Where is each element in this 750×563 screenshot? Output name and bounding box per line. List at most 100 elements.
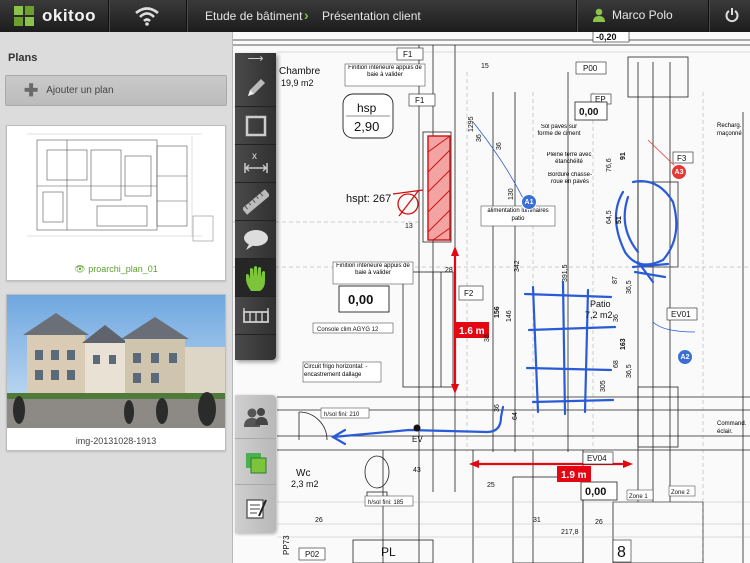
annotation-pin-a2[interactable]: A2 (677, 349, 693, 365)
users-icon (243, 407, 268, 427)
add-plan-button[interactable]: ✚ Ajouter un plan (5, 75, 227, 106)
note-recharge: Recharg. maçonné (717, 123, 742, 137)
user-menu[interactable]: Marco Polo (592, 8, 673, 22)
dim: 28 (445, 267, 453, 274)
dim: 1295 (468, 116, 475, 132)
brand-name: okitoo (42, 6, 96, 25)
hspt-label: hspt: 267 (346, 193, 391, 205)
note-sol-paves: Sol pavés sur forme de ciment (537, 124, 581, 137)
user-name: Marco Polo (612, 8, 673, 22)
dim: 146 (506, 310, 513, 322)
dim: 64 (512, 412, 519, 420)
tag-f1-top: F1 (403, 50, 413, 59)
tag-ev04: EV04 (587, 454, 607, 463)
annotation-pin-a3[interactable]: A3 (671, 164, 687, 180)
dim: 68 (613, 360, 620, 368)
note-console-clim: Console clim AGYG 12 (317, 327, 379, 333)
annotation-pin-a1[interactable]: A1 (521, 194, 537, 210)
top-bar: okitoo Etude de bâtiment › Présentation … (0, 0, 750, 32)
collapse-arrow-icon[interactable]: ⟶ (235, 53, 276, 67)
note-hsol-185: h/sol fini: 185 (368, 500, 404, 506)
dim: 156 (494, 306, 501, 318)
tag-pl: PL (381, 545, 396, 559)
tag-p02: P02 (305, 550, 320, 559)
tag-p00: P00 (583, 64, 598, 73)
room-name-patio: Patio (590, 299, 611, 309)
hsp-value: 2,90 (354, 119, 379, 134)
pencil-tool[interactable] (235, 69, 276, 107)
rectangle-tool[interactable] (235, 107, 276, 145)
ruler-icon (242, 188, 269, 215)
breadcrumb-current[interactable]: Présentation client (322, 9, 421, 23)
plan-label-2: img-20131028-1913 (75, 436, 157, 446)
notes-icon (245, 499, 267, 519)
dim: 91 (620, 152, 627, 160)
note-pleine-terre: Pleine terre avec étanchéité (546, 152, 592, 165)
dimension-tool[interactable]: x (235, 145, 276, 183)
note-commande: Command. éclair. (717, 421, 747, 435)
plans-sidebar: Plans ✚ Ajouter un plan 👁 proarchi_plan_… (0, 32, 233, 563)
drawing-toolbar: ⟶ x (235, 53, 276, 360)
plan-photo (7, 295, 225, 428)
layers-button[interactable] (235, 441, 276, 485)
dim: 342 (514, 260, 521, 272)
dim: 305 (600, 380, 607, 392)
dim: 163 (620, 338, 627, 350)
power-icon[interactable] (724, 7, 740, 23)
breadcrumb-project[interactable]: Etude de bâtiment (205, 9, 302, 23)
dim: 76,6 (606, 158, 613, 172)
note-finition-1: Finition intérieure appuis de baie à val… (348, 65, 422, 78)
plan-canvas[interactable]: Chambre 19,9 m2 Patio 7,2 m2 Wc 2,3 m2 F… (233, 32, 750, 563)
room-area-chambre: 19,9 m2 (281, 78, 314, 88)
eye-icon: 👁 (74, 264, 86, 274)
tag-f1: F1 (415, 96, 425, 105)
measure-label-1[interactable]: 1.6 m (459, 326, 485, 337)
notes-button[interactable] (235, 487, 276, 531)
plan-thumbnail (7, 126, 225, 254)
level-value-1: 0,00 (348, 292, 373, 307)
wall-tool[interactable] (235, 297, 276, 335)
dim: 26 (595, 519, 603, 526)
note-hsol-210: h/sol fini: 210 (324, 412, 360, 418)
dimension-icon: x (243, 151, 268, 173)
tag-f3: F3 (677, 154, 687, 163)
measure-label-2[interactable]: 1.9 m (561, 470, 587, 481)
note-zone-1: Zone 1 (629, 494, 648, 500)
note-alimentation: alimentation luminaires patio (487, 208, 549, 222)
user-icon (593, 8, 605, 22)
level-value-4: -0,20 (596, 32, 617, 42)
note-bordure: Bordure chasse-roue en pavés (547, 172, 593, 185)
users-layer-button[interactable] (235, 395, 276, 439)
tag-8: 8 (617, 544, 626, 561)
dim: 130 (508, 188, 515, 200)
plan-label-1: proarchi_plan_01 (88, 264, 158, 274)
plus-icon: ✚ (24, 81, 39, 100)
level-value-3: 0,00 (585, 486, 606, 498)
dim: 36 (476, 134, 483, 142)
hand-tool[interactable] (235, 259, 276, 297)
dim: 64,5 (606, 210, 613, 224)
sidebar-title: Plans (8, 52, 38, 64)
hsp-label: hsp (357, 101, 377, 115)
dim: 217,8 (561, 529, 579, 536)
dim: 36 (496, 142, 503, 150)
tag-ev01: EV01 (671, 310, 691, 319)
dim: 51 (616, 216, 623, 224)
comment-bubble-icon (243, 229, 268, 250)
hand-icon (245, 265, 265, 291)
plan-card-2[interactable]: img-20131028-1913 (6, 294, 226, 451)
ruler-tool[interactable] (235, 183, 276, 221)
note-finition-2: Finition intérieure appuis de baie à val… (336, 263, 410, 276)
room-name-chambre: Chambre (279, 66, 321, 77)
add-plan-label: Ajouter un plan (46, 85, 114, 96)
note-circuit-frigo: Circuit frigo horizontal: -encastrement … (304, 364, 368, 378)
tag-ev: EV (412, 435, 423, 444)
dim: 43 (413, 467, 421, 474)
dim: 36,5 (626, 364, 633, 378)
dim: 36,5 (626, 280, 633, 294)
room-area-wc: 2,3 m2 (291, 479, 319, 489)
rectangle-icon (245, 115, 266, 136)
room-name-wc: Wc (296, 468, 310, 479)
plan-card-1[interactable]: 👁 proarchi_plan_01 (6, 125, 226, 281)
comment-tool[interactable] (235, 221, 276, 259)
